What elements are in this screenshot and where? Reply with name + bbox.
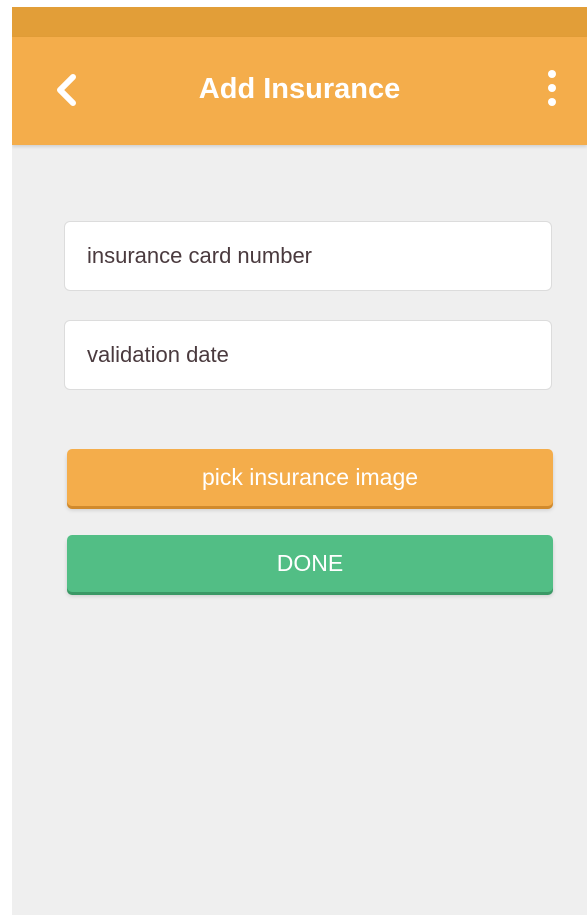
page-title: Add Insurance: [198, 73, 401, 105]
overflow-menu-button[interactable]: [527, 63, 577, 113]
status-bar: [12, 7, 587, 37]
screen: Add Insurance pick insurance image DONE: [12, 7, 587, 915]
insurance-card-number-input[interactable]: [64, 221, 552, 291]
validation-date-input[interactable]: [64, 320, 552, 390]
chevron-left-icon: [57, 74, 76, 106]
pick-insurance-image-button[interactable]: pick insurance image: [67, 449, 553, 506]
app-bar: Add Insurance: [12, 37, 587, 145]
done-button[interactable]: DONE: [67, 535, 553, 592]
back-button[interactable]: [42, 65, 92, 115]
more-vertical-icon: [548, 70, 556, 106]
